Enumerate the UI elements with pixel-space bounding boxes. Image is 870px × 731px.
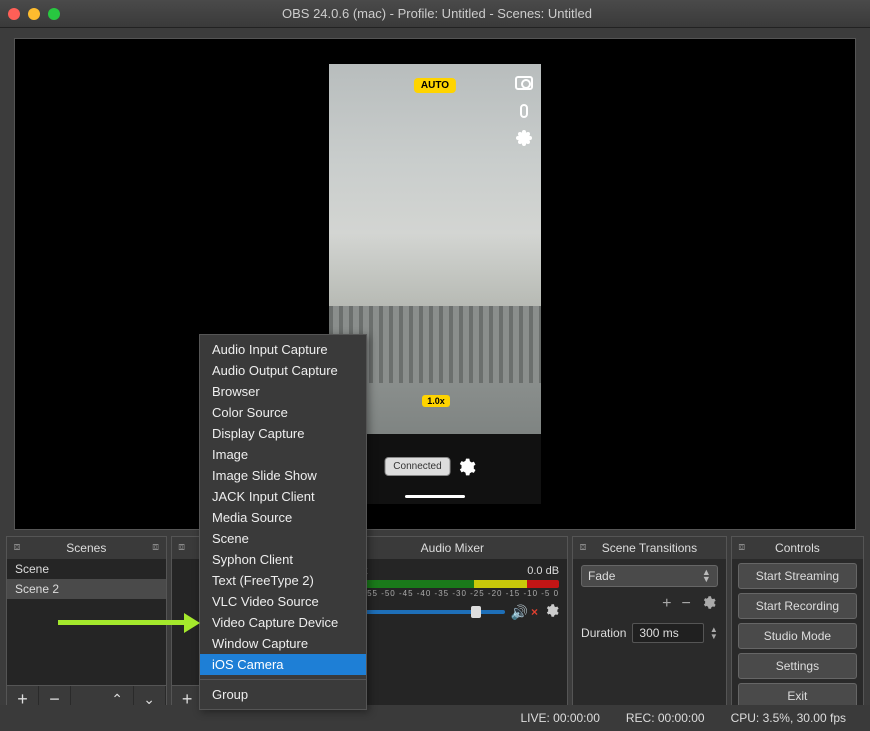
scenes-panel: ⧈ Scenes ⧈ Scene Scene 2 + − ⌃ ⌄ xyxy=(6,536,167,714)
transition-selected-value: Fade xyxy=(588,569,615,583)
dock-pin-icon[interactable]: ⧈ xyxy=(176,541,188,553)
titlebar: OBS 24.0.6 (mac) - Profile: Untitled - S… xyxy=(0,0,870,28)
ctx-item-ios-camera[interactable]: iOS Camera xyxy=(200,654,366,675)
settings-button[interactable]: Settings xyxy=(738,653,857,679)
microphone-icon xyxy=(520,104,528,118)
mute-icon[interactable]: 🔊 xyxy=(511,604,528,621)
preview-area: AUTO 1.0x Connected xyxy=(0,28,870,536)
duration-input[interactable]: 300 ms xyxy=(632,623,703,643)
remove-transition-button[interactable]: − xyxy=(681,595,690,615)
scenes-title: Scenes xyxy=(66,541,106,555)
audio-meter xyxy=(346,580,559,588)
controls-header: ⧈ Controls xyxy=(732,537,863,559)
transition-select[interactable]: Fade ▲▼ xyxy=(581,565,718,587)
add-source-context-menu: Audio Input Capture Audio Output Capture… xyxy=(199,334,367,710)
dock-pin-icon[interactable]: ⧈ xyxy=(11,541,23,553)
scene-item[interactable]: Scene xyxy=(7,559,166,579)
duration-label: Duration xyxy=(581,626,626,640)
controls-panel: ⧈ Controls Start Streaming Start Recordi… xyxy=(731,536,864,714)
audio-ticks: -60 -55 -50 -45 -40 -35 -30 -25 -20 -15 … xyxy=(346,589,559,598)
ctx-item-audio-input-capture[interactable]: Audio Input Capture xyxy=(200,339,366,360)
camera-settings-icon xyxy=(456,457,476,480)
dock-pin-icon[interactable]: ⧈ xyxy=(577,541,589,553)
scene-transitions-header: ⧈ Scene Transitions xyxy=(573,537,726,559)
annotation-arrow xyxy=(58,620,186,625)
ctx-item-image[interactable]: Image xyxy=(200,444,366,465)
camera-auto-badge: AUTO xyxy=(414,78,456,93)
status-rec: REC: 00:00:00 xyxy=(626,711,705,725)
scene-transitions-title: Scene Transitions xyxy=(602,541,697,555)
ctx-item-media-source[interactable]: Media Source xyxy=(200,507,366,528)
ctx-item-display-capture[interactable]: Display Capture xyxy=(200,423,366,444)
home-indicator xyxy=(405,495,465,498)
ctx-item-scene[interactable]: Scene xyxy=(200,528,366,549)
audio-mixer-panel: Audio Mixer /Aux 0.0 dB -60 -55 -50 -45 … xyxy=(337,536,568,714)
preview-canvas[interactable]: AUTO 1.0x Connected xyxy=(14,38,856,530)
scenes-header: ⧈ Scenes ⧈ xyxy=(7,537,166,559)
ctx-item-group[interactable]: Group xyxy=(200,684,366,705)
scene-item[interactable]: Scene 2 xyxy=(7,579,166,599)
studio-mode-button[interactable]: Studio Mode xyxy=(738,623,857,649)
audio-db-value: 0.0 dB xyxy=(527,565,559,577)
ctx-item-jack-input-client[interactable]: JACK Input Client xyxy=(200,486,366,507)
status-cpu: CPU: 3.5%, 30.00 fps xyxy=(731,711,846,725)
ctx-item-browser[interactable]: Browser xyxy=(200,381,366,402)
ctx-item-image-slide-show[interactable]: Image Slide Show xyxy=(200,465,366,486)
scene-transitions-panel: ⧈ Scene Transitions Fade ▲▼ + − Duration… xyxy=(572,536,727,714)
status-bar: LIVE: 00:00:00 REC: 00:00:00 CPU: 3.5%, … xyxy=(0,705,870,731)
transition-settings-button[interactable] xyxy=(701,595,716,615)
brightness-icon xyxy=(518,132,530,144)
audio-mixer-body: /Aux 0.0 dB -60 -55 -50 -45 -40 -35 -30 … xyxy=(338,559,567,713)
camera-zoom-badge: 1.0x xyxy=(422,395,450,407)
volume-slider[interactable] xyxy=(346,610,505,614)
add-transition-button[interactable]: + xyxy=(662,595,671,615)
ctx-item-vlc-video-source[interactable]: VLC Video Source xyxy=(200,591,366,612)
ctx-item-syphon-client[interactable]: Syphon Client xyxy=(200,549,366,570)
audio-mixer-header: Audio Mixer xyxy=(338,537,567,559)
dock-pin-icon[interactable]: ⧈ xyxy=(736,541,748,553)
audio-mixer-title: Audio Mixer xyxy=(421,541,484,555)
mute-x-icon: × xyxy=(531,605,538,619)
ctx-item-text-freetype2[interactable]: Text (FreeType 2) xyxy=(200,570,366,591)
ctx-item-color-source[interactable]: Color Source xyxy=(200,402,366,423)
duration-stepper[interactable]: ▲▼ xyxy=(710,626,718,640)
dock-pin-icon[interactable]: ⧈ xyxy=(150,541,162,553)
ctx-separator xyxy=(200,679,366,680)
connected-status: Connected xyxy=(384,457,450,476)
ctx-item-window-capture[interactable]: Window Capture xyxy=(200,633,366,654)
ctx-item-video-capture-device[interactable]: Video Capture Device xyxy=(200,612,366,633)
camera-flip-icon xyxy=(515,76,533,90)
audio-settings-button[interactable] xyxy=(544,603,559,621)
start-streaming-button[interactable]: Start Streaming xyxy=(738,563,857,589)
status-live: LIVE: 00:00:00 xyxy=(520,711,599,725)
start-recording-button[interactable]: Start Recording xyxy=(738,593,857,619)
controls-title: Controls xyxy=(775,541,820,555)
select-arrows-icon: ▲▼ xyxy=(702,569,711,583)
ctx-item-audio-output-capture[interactable]: Audio Output Capture xyxy=(200,360,366,381)
window-title: OBS 24.0.6 (mac) - Profile: Untitled - S… xyxy=(12,6,862,21)
